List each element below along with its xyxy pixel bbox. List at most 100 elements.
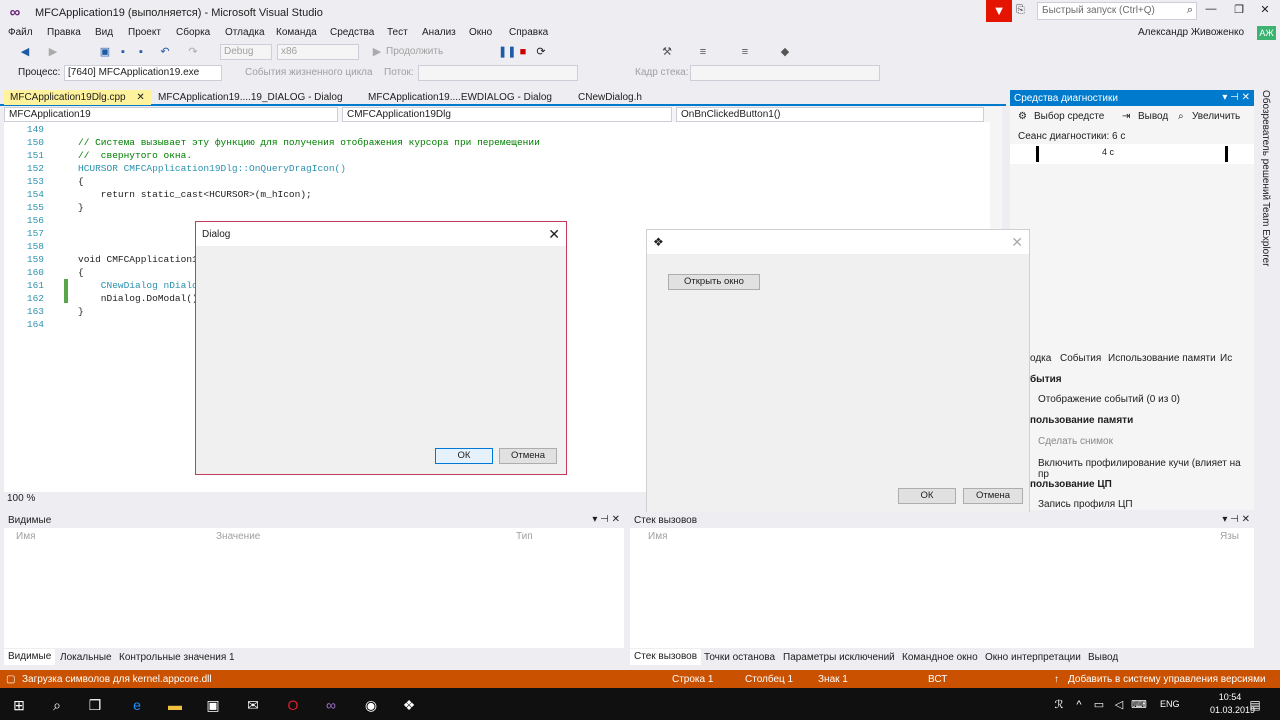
tab-locals[interactable]: Локальные [60, 652, 112, 663]
tab-call-stack[interactable]: Стек вызовов [630, 649, 702, 665]
tab-autos[interactable]: Видимые [4, 649, 56, 665]
hex-icon[interactable]: ⚒ [660, 45, 674, 59]
forward-icon[interactable]: ▶ [46, 45, 60, 59]
ok-button[interactable]: ОК [435, 448, 493, 464]
store-icon[interactable]: ▣ [204, 696, 222, 714]
open-icon[interactable]: ▣ [98, 45, 112, 59]
comment-icon[interactable]: ≡ [738, 45, 752, 59]
tab-breakpoints[interactable]: Точки останова [704, 652, 775, 663]
zoom-icon[interactable]: ⌕ [1178, 111, 1184, 122]
tab-summary[interactable]: одка [1030, 353, 1051, 364]
menu-tools[interactable]: Средства [330, 27, 374, 38]
tab-events[interactable]: События [1060, 353, 1101, 364]
stop-icon[interactable]: ■ [516, 45, 530, 59]
avatar[interactable]: АЖ [1257, 26, 1276, 40]
close-icon[interactable]: ✕ [548, 226, 560, 243]
close-panel-icon[interactable]: ▾ ⊣ ✕ [592, 514, 620, 525]
search-icon[interactable]: ⌕ [48, 696, 66, 714]
continue-button[interactable]: Продолжить [386, 46, 443, 57]
close-panel-icon[interactable]: ▾ ⊣ ✕ [1222, 92, 1250, 103]
minimize-button[interactable]: — [1200, 3, 1222, 19]
tab-watch[interactable]: Контрольные значения 1 [119, 652, 235, 663]
tab-newdialog-h[interactable]: CNewDialog.h [572, 90, 648, 105]
app-title-bar[interactable]: ❖ ✕ [647, 230, 1029, 254]
menu-view[interactable]: Вид [95, 27, 113, 38]
people-icon[interactable]: ℛ [1050, 696, 1068, 714]
network-icon[interactable]: ▭ [1090, 696, 1108, 714]
lifecycle-events[interactable]: События жизненного цикла [245, 67, 373, 78]
language-indicator[interactable]: ENG [1160, 699, 1180, 709]
output-button[interactable]: Вывод [1138, 111, 1168, 122]
stack-frame-combo[interactable] [690, 65, 880, 81]
col-type[interactable]: Тип [516, 531, 533, 542]
menu-file[interactable]: Файл [8, 27, 33, 38]
menu-debug[interactable]: Отладка [225, 27, 265, 38]
config-combo[interactable]: Debug [220, 44, 272, 60]
menu-team[interactable]: Команда [276, 27, 317, 38]
file-explorer-icon[interactable]: ▬ [166, 696, 184, 714]
process-combo[interactable]: [7640] MFCApplication19.exe [64, 65, 222, 81]
tab-command[interactable]: Командное окно [902, 652, 978, 663]
save-all-icon[interactable]: ▪ [134, 45, 148, 59]
tab-immediate[interactable]: Окно интерпретации [985, 652, 1081, 663]
tray-chevron-icon[interactable]: ^ [1070, 696, 1088, 714]
keyboard-icon[interactable]: ⌨ [1130, 696, 1148, 714]
close-window-button[interactable]: ✕ [1254, 3, 1276, 19]
events-item[interactable]: Отображение событий (0 из 0) [1038, 394, 1180, 405]
menu-test[interactable]: Тест [387, 27, 408, 38]
zoom-combo[interactable]: 100 % [4, 492, 54, 506]
col-name[interactable]: Имя [648, 531, 667, 542]
mail-icon[interactable]: ✉ [244, 696, 262, 714]
dialog-title-bar[interactable]: Dialog ✕ [196, 222, 566, 246]
mfc-app-icon[interactable]: ❖ [400, 696, 418, 714]
heap-profiling-toggle[interactable]: Включить профилирование кучи (влияет на … [1038, 458, 1254, 480]
close-icon[interactable]: ✕ [1011, 234, 1023, 251]
col-value[interactable]: Значение [216, 531, 260, 542]
pause-icon[interactable]: ❚❚ [498, 45, 516, 59]
tab-main-dialog[interactable]: MFCApplication19....19_DIALOG - Dialog [152, 90, 349, 105]
bookmark-icon[interactable]: ◆ [778, 45, 792, 59]
tab-output[interactable]: Вывод [1088, 652, 1118, 663]
task-view-icon[interactable]: ❒ [86, 696, 104, 714]
menu-window[interactable]: Окно [469, 27, 492, 38]
back-icon[interactable]: ◀ [18, 45, 32, 59]
clock[interactable]: 10:54 01.03.2019 [1210, 692, 1255, 715]
cpu-profile-item[interactable]: Запись профиля ЦП [1038, 499, 1133, 509]
col-name[interactable]: Имя [16, 531, 35, 542]
notifications-icon[interactable]: ▤ [1246, 696, 1264, 714]
menu-build[interactable]: Сборка [176, 27, 210, 38]
solution-explorer-tab[interactable]: Обозреватель решений [1260, 90, 1271, 200]
gear-icon[interactable]: ⚙ [1018, 111, 1027, 122]
opera-icon[interactable]: O [284, 696, 302, 714]
tab-cpu[interactable]: Ис [1220, 353, 1232, 364]
diagnostics-timeline[interactable]: 4 с [1010, 144, 1254, 164]
cancel-button[interactable]: Отмена [499, 448, 557, 464]
feedback-icon[interactable]: ⎘ [1016, 4, 1025, 17]
cancel-button[interactable]: Отмена [963, 488, 1023, 504]
team-explorer-tab[interactable]: Team Explorer [1260, 202, 1271, 266]
ok-button[interactable]: ОК [898, 488, 956, 504]
menu-project[interactable]: Проект [128, 27, 161, 38]
record-icon[interactable]: ◉ [362, 696, 380, 714]
class-combo[interactable]: CMFCApplication19Dlg [342, 107, 672, 122]
restore-button[interactable]: ❐ [1228, 3, 1250, 19]
tool-select-button[interactable]: Выбор средсте [1034, 111, 1104, 122]
windows-start-icon[interactable]: ⊞ [10, 696, 28, 714]
col-language[interactable]: Язы [1220, 531, 1239, 542]
snapshot-button[interactable]: Сделать снимок [1038, 436, 1113, 447]
thread-combo[interactable] [418, 65, 578, 81]
save-icon[interactable]: ▪ [116, 45, 130, 59]
filter-icon[interactable]: ▼ [986, 0, 1012, 22]
play-icon[interactable]: ▶ [370, 45, 384, 59]
volume-icon[interactable]: ◁ [1110, 696, 1128, 714]
restart-icon[interactable]: ⟳ [534, 45, 548, 59]
undo-icon[interactable]: ↶ [158, 45, 172, 59]
edge-icon[interactable]: e [128, 696, 146, 714]
tab-memory[interactable]: Использование памяти [1108, 353, 1216, 364]
redo-icon[interactable]: ↷ [186, 45, 200, 59]
output-icon[interactable]: ⇥ [1122, 111, 1130, 122]
menu-analyze[interactable]: Анализ [422, 27, 456, 38]
tab-new-dialog[interactable]: MFCApplication19....EWDIALOG - Dialog [362, 90, 558, 105]
menu-edit[interactable]: Правка [47, 27, 81, 38]
user-name[interactable]: Александр Живоженко [1138, 27, 1244, 38]
